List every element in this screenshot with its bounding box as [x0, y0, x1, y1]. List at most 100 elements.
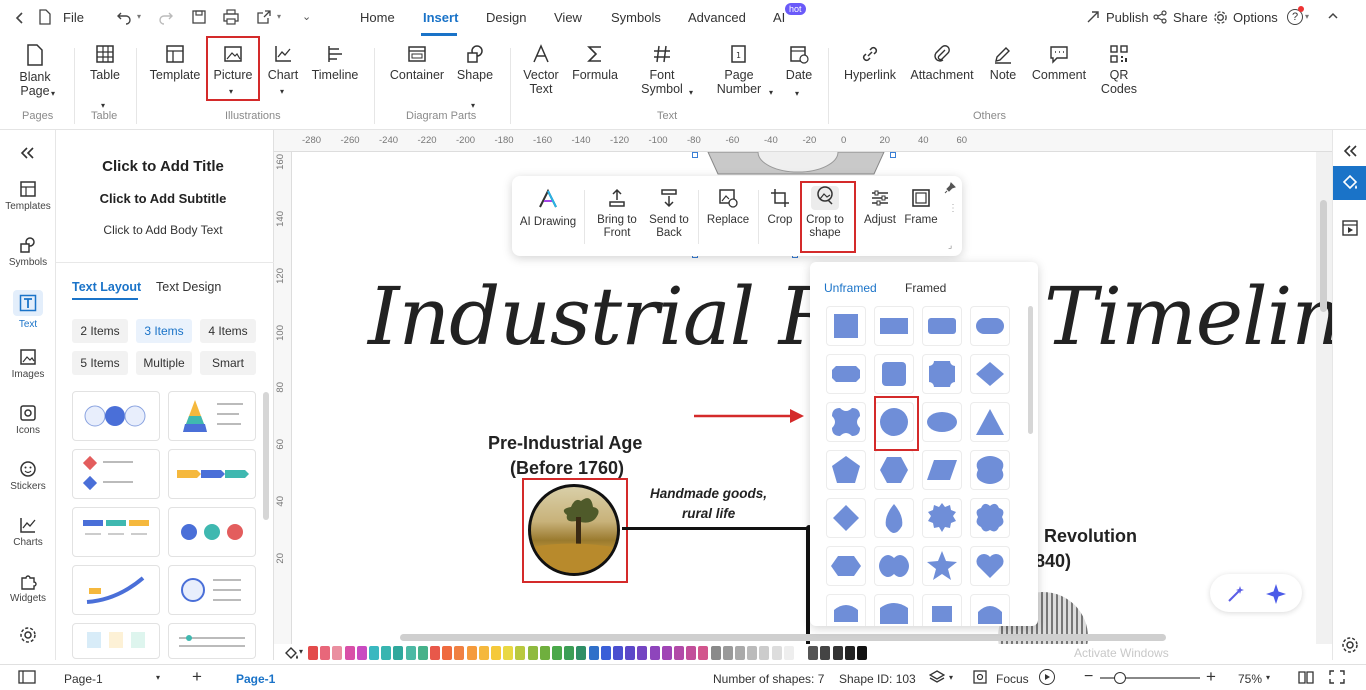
crop-shape-parallelogram[interactable] [922, 450, 962, 490]
quick-access-more-icon[interactable]: ⌄ [302, 10, 311, 23]
chip-4-items[interactable]: 4 Items [200, 319, 256, 343]
sidebar-item-images[interactable]: Images [0, 348, 56, 380]
hyperlink-button[interactable]: Hyperlink [840, 44, 900, 82]
color-swatch[interactable] [747, 646, 758, 660]
page-panel-toggle-icon[interactable] [18, 670, 36, 687]
crop-shape-plaque[interactable] [922, 594, 962, 626]
export-dropdown-icon[interactable]: ▾ [277, 12, 281, 21]
color-swatch[interactable] [600, 646, 611, 660]
tab-text-layout[interactable]: Text Layout [72, 280, 141, 294]
tab-view[interactable]: View [554, 10, 582, 25]
focus-icon[interactable] [973, 670, 987, 687]
collapse-sidebar-icon[interactable] [19, 146, 35, 163]
shape-button[interactable]: Shape [452, 44, 498, 82]
color-swatch[interactable] [503, 646, 514, 660]
color-swatch[interactable] [478, 646, 489, 660]
undo-dropdown-icon[interactable]: ▾ [137, 12, 141, 21]
bring-to-front-button[interactable]: Bring to Front [592, 188, 642, 240]
crop-shape-wavy-rectangle[interactable] [874, 546, 914, 586]
settings-gear-icon[interactable] [19, 626, 37, 647]
color-swatch[interactable] [539, 646, 550, 660]
tab-unframed[interactable]: Unframed [824, 281, 877, 295]
color-swatch[interactable] [820, 646, 831, 660]
page-tab-active[interactable]: Page-1 [236, 672, 275, 686]
color-swatch[interactable] [735, 646, 745, 660]
crop-shape-cross-blob[interactable] [826, 402, 866, 442]
blank-page-dropdown-icon[interactable]: ▾ [51, 89, 55, 98]
ai-drawing-button[interactable]: AI Drawing [518, 188, 578, 229]
crop-shape-scalloped-square[interactable] [922, 354, 962, 394]
color-swatch[interactable] [588, 646, 599, 660]
color-swatch[interactable] [564, 646, 575, 660]
revolution-date[interactable]: 840) [1035, 551, 1071, 572]
zoom-in-icon[interactable]: + [1206, 667, 1216, 687]
shape-panel-scrollbar[interactable] [1028, 306, 1033, 434]
vector-text-button[interactable]: Vector Text [520, 44, 562, 96]
help-dropdown-icon[interactable]: ▾ [1305, 12, 1309, 21]
formula-button[interactable]: Formula [570, 44, 620, 82]
color-swatch[interactable] [393, 646, 404, 660]
color-swatch[interactable] [661, 646, 672, 660]
right-settings-gear-icon[interactable] [1341, 636, 1359, 657]
focus-mode-button[interactable]: Focus [996, 672, 1029, 686]
toolbar-more-icon[interactable]: ⋮ [948, 204, 958, 214]
undo-icon[interactable] [116, 9, 132, 28]
chart-dropdown-icon[interactable]: ▾ [280, 87, 284, 96]
gear-image-fragment[interactable] [698, 152, 894, 178]
layout-thumbnail[interactable] [72, 623, 160, 659]
color-swatch[interactable] [698, 646, 709, 660]
layout-thumbnail[interactable] [72, 449, 160, 499]
presentation-icon[interactable] [1342, 220, 1358, 239]
tab-ai[interactable]: AI [773, 10, 785, 25]
crop-button[interactable]: Crop [764, 188, 796, 227]
tab-text-design[interactable]: Text Design [156, 280, 221, 294]
date-dropdown-icon[interactable]: ▾ [795, 89, 799, 98]
layers-dropdown-icon[interactable]: ▾ [949, 673, 953, 682]
layout-thumbnail[interactable] [168, 449, 256, 499]
color-swatch[interactable] [844, 646, 855, 660]
crop-shape-teardrop[interactable] [874, 498, 914, 538]
color-swatch[interactable] [759, 646, 770, 660]
crop-shape-rounded-rectangle[interactable] [922, 306, 962, 346]
crop-shape-rectangle[interactable] [874, 306, 914, 346]
add-page-icon[interactable]: + [192, 667, 202, 687]
color-swatch[interactable] [808, 646, 819, 660]
crop-shape-wide-arch[interactable] [874, 594, 914, 626]
qr-codes-button[interactable]: QR Codes [1100, 44, 1138, 96]
play-presentation-icon[interactable] [1039, 669, 1055, 685]
sidebar-item-charts[interactable]: Charts [0, 516, 56, 548]
color-swatch[interactable] [771, 646, 782, 660]
attachment-button[interactable]: Attachment [908, 44, 976, 82]
layout-thumbnail[interactable] [168, 391, 256, 441]
zoom-slider-thumb[interactable] [1114, 672, 1126, 684]
handmade-caption-line2[interactable]: rural life [682, 506, 735, 521]
color-swatch[interactable] [576, 646, 587, 660]
tab-symbols[interactable]: Symbols [611, 10, 661, 25]
pin-toolbar-icon[interactable] [944, 182, 956, 197]
color-swatch[interactable] [491, 646, 501, 660]
file-icon[interactable] [38, 9, 52, 28]
sidebar-item-symbols[interactable]: Symbols [0, 236, 56, 268]
ai-magic-wand-icon[interactable] [1226, 584, 1246, 607]
ai-sparkle-icon[interactable] [1265, 583, 1287, 608]
revolution-title[interactable]: Revolution [1044, 526, 1137, 547]
crop-shape-rounded-square[interactable] [874, 354, 914, 394]
tab-advanced[interactable]: Advanced [688, 10, 746, 25]
color-swatch[interactable] [515, 646, 526, 660]
replace-image-button[interactable]: Replace [704, 188, 752, 227]
color-swatch[interactable] [430, 646, 440, 660]
color-swatch[interactable] [637, 646, 648, 660]
color-swatch[interactable] [857, 646, 867, 660]
crop-shape-star[interactable] [922, 546, 962, 586]
publish-button[interactable]: Publish [1106, 10, 1149, 25]
template-button[interactable]: Template [148, 44, 202, 82]
font-symbol-button[interactable]: Font Symbol [638, 44, 686, 96]
note-button[interactable]: Note [984, 44, 1022, 82]
adjust-button[interactable]: Adjust [862, 188, 898, 227]
crop-shape-triangle[interactable] [970, 402, 1010, 442]
color-swatch[interactable] [832, 646, 843, 660]
file-menu[interactable]: File [63, 10, 84, 25]
crop-shape-starburst[interactable] [922, 498, 962, 538]
date-button[interactable]: Date [784, 44, 814, 82]
layers-icon[interactable] [928, 670, 946, 687]
